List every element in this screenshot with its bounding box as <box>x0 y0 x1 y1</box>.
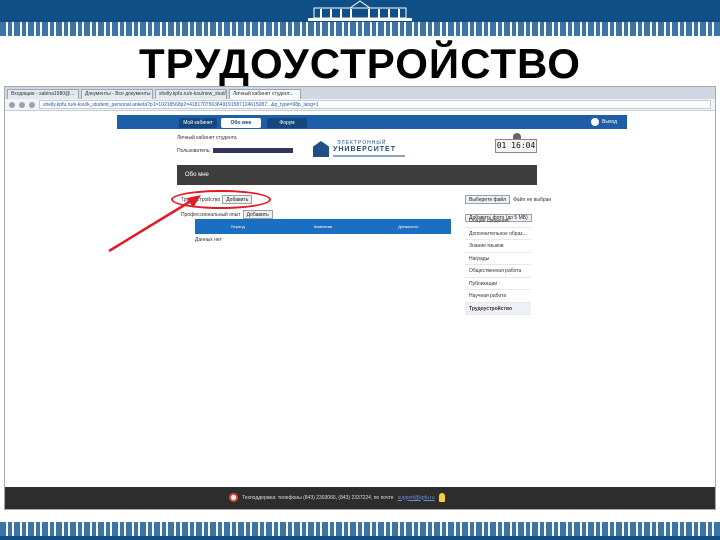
site-footer: Техподдержка: телефоны (843) 2303066, (8… <box>5 487 715 509</box>
cabinet-label: Личный кабинет студента <box>177 135 237 141</box>
user-label: Пользователь: <box>177 148 211 154</box>
url-field[interactable]: shelly.kpfu.ru/e-ksu/k_student_personal.… <box>39 100 711 109</box>
browser-tab[interactable]: Документы - Все документы <box>81 89 153 99</box>
jobs-table-header: Период Компания Должность <box>195 219 451 234</box>
footer-support-text: Техподдержка: телефоны (843) 2303066, (8… <box>242 494 394 501</box>
col-position: Должность <box>398 224 419 229</box>
no-data-text: Данных нет <box>195 237 222 243</box>
file-status: Файл не выбран <box>513 196 552 203</box>
electronic-university-logo: ЭЛЕКТРОННЫЙ УНИВЕРСИТЕТ <box>313 139 407 161</box>
section-title-bar: Обо мне <box>177 165 537 185</box>
support-email-link[interactable]: support@kpfu.ru <box>398 495 435 501</box>
footer-content: Техподдержка: телефоны (843) 2303066, (8… <box>229 493 445 502</box>
col-period: Период <box>230 224 245 229</box>
add-experience-button[interactable]: Добавить <box>242 210 273 219</box>
nav-my-cabinet[interactable]: Мой кабинет <box>179 118 217 128</box>
browser-tab[interactable]: shelly.kpfu.ru/e-ksu/new_stud/... <box>155 89 227 99</box>
side-menu: Общие сведения Дополнительное образ... З… <box>465 215 531 315</box>
side-menu-item[interactable]: Научная работа <box>465 290 531 303</box>
forward-icon[interactable] <box>19 101 25 108</box>
browser-tabbar: Входящие - sabina1980@... Документы - Вс… <box>5 87 715 99</box>
university-building-logo <box>308 0 412 21</box>
side-menu-item[interactable]: Публикации <box>465 278 531 290</box>
browser-tab[interactable]: Входящие - sabina1980@... <box>7 89 79 99</box>
choose-file-button[interactable]: Выберите файл <box>465 195 511 204</box>
address-bar: shelly.kpfu.ru/e-ksu/k_student_personal.… <box>5 99 715 111</box>
lifebuoy-icon <box>229 493 238 502</box>
username-redacted <box>212 148 293 154</box>
browser-tab-active[interactable]: Личный кабинет студент... <box>229 89 301 99</box>
side-menu-item[interactable]: Общие сведения <box>465 215 531 228</box>
building-icon <box>313 141 329 157</box>
browser-screenshot: Входящие - sabina1980@... Документы - Вс… <box>4 86 716 510</box>
meander-border-top <box>0 22 720 36</box>
side-menu-item[interactable]: Общественная работа <box>465 265 531 278</box>
back-icon[interactable] <box>9 101 15 108</box>
logo-line2: УНИВЕРСИТЕТ <box>333 146 396 153</box>
logo-underline <box>333 155 405 157</box>
reload-icon[interactable] <box>29 101 35 108</box>
side-menu-item[interactable]: Награды <box>465 253 531 265</box>
file-upload-row: Выберите файл Файл не выбран <box>465 195 551 204</box>
col-company: Компания <box>313 224 333 229</box>
nav-forum[interactable]: Форум <box>267 118 307 128</box>
exit-button[interactable]: Выход <box>591 117 617 127</box>
clock-display: 01 16:04 <box>495 139 537 153</box>
exit-label: Выход <box>602 119 617 125</box>
slide-title: ТРУДОУСТРОЙСТВО <box>139 40 581 87</box>
side-menu-item-active[interactable]: Трудоустройство <box>465 302 531 315</box>
power-icon <box>591 117 600 126</box>
nav-about-me[interactable]: Обо мне <box>221 118 261 128</box>
side-menu-item[interactable]: Знание языков <box>465 240 531 253</box>
side-menu-item[interactable]: Дополнительное образ... <box>465 228 531 240</box>
site-nav-bar: Мой кабинет Обо мне Форум Выход <box>117 115 627 129</box>
slide-bottom-line <box>0 536 720 540</box>
lightbulb-icon <box>438 493 445 502</box>
user-line: Пользователь: <box>177 148 293 154</box>
meander-border-bottom <box>0 522 720 536</box>
